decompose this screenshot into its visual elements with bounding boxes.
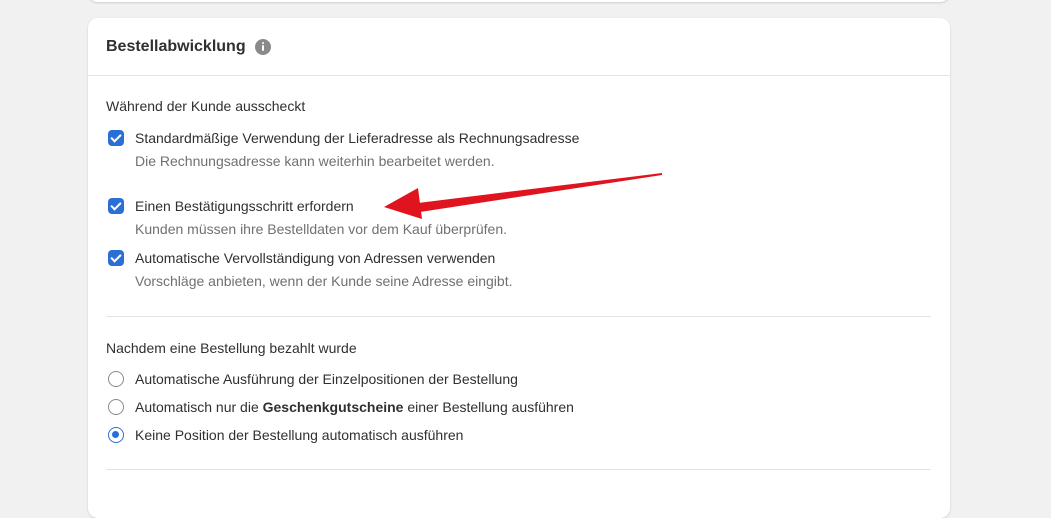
section-divider: [106, 316, 931, 317]
previous-card: [88, 0, 950, 2]
order-processing-card: Bestellabwicklung Während der Kunde auss…: [88, 18, 950, 518]
card-header: Bestellabwicklung: [88, 18, 950, 76]
option-label: Automatische Vervollständigung von Adres…: [135, 250, 496, 266]
option-label: Keine Position der Bestellung automatisc…: [135, 427, 464, 443]
option-address-autocomplete[interactable]: Automatische Vervollständigung von Adres…: [108, 250, 513, 290]
option-confirmation-step[interactable]: Einen Bestätigungsschritt erfordern Kund…: [108, 198, 507, 238]
checkout-section-heading: Während der Kunde ausscheckt: [106, 98, 306, 114]
option-label: Automatische Ausführung der Einzelpositi…: [135, 371, 518, 387]
info-icon[interactable]: [254, 38, 271, 55]
checkbox-checked[interactable]: [108, 198, 124, 214]
option-label: Einen Bestätigungsschritt erfordern: [135, 198, 354, 214]
option-shipping-as-billing[interactable]: Standardmäßige Verwendung der Lieferadre…: [108, 130, 579, 170]
paid-section-heading: Nachdem eine Bestellung bezahlt wurde: [106, 340, 357, 356]
option-label: Automatisch nur die Geschenkgutscheine e…: [135, 399, 574, 416]
option-label-bold: Geschenkgutscheine: [262, 399, 404, 415]
radio-fulfill-all-items[interactable]: Automatische Ausführung der Einzelpositi…: [108, 371, 518, 388]
option-help-text: Kunden müssen ihre Bestelldaten vor dem …: [135, 221, 508, 237]
option-help-text: Vorschläge anbieten, wenn der Kunde sein…: [135, 273, 513, 289]
option-label: Standardmäßige Verwendung der Lieferadre…: [135, 130, 580, 146]
option-label-prefix: Automatisch nur die: [135, 399, 263, 415]
radio-fulfill-gift-cards-only[interactable]: Automatisch nur die Geschenkgutscheine e…: [108, 399, 574, 416]
radio-button[interactable]: [108, 399, 124, 415]
option-label-suffix: einer Bestellung ausführen: [403, 399, 574, 415]
radio-button-selected[interactable]: [108, 427, 124, 443]
radio-fulfill-none[interactable]: Keine Position der Bestellung automatisc…: [108, 427, 463, 444]
checkbox-checked[interactable]: [108, 250, 124, 266]
section-divider: [106, 469, 931, 470]
checkbox-checked[interactable]: [108, 130, 124, 146]
radio-button[interactable]: [108, 371, 124, 387]
option-help-text: Die Rechnungsadresse kann weiterhin bear…: [135, 153, 495, 169]
card-title: Bestellabwicklung: [106, 37, 246, 55]
